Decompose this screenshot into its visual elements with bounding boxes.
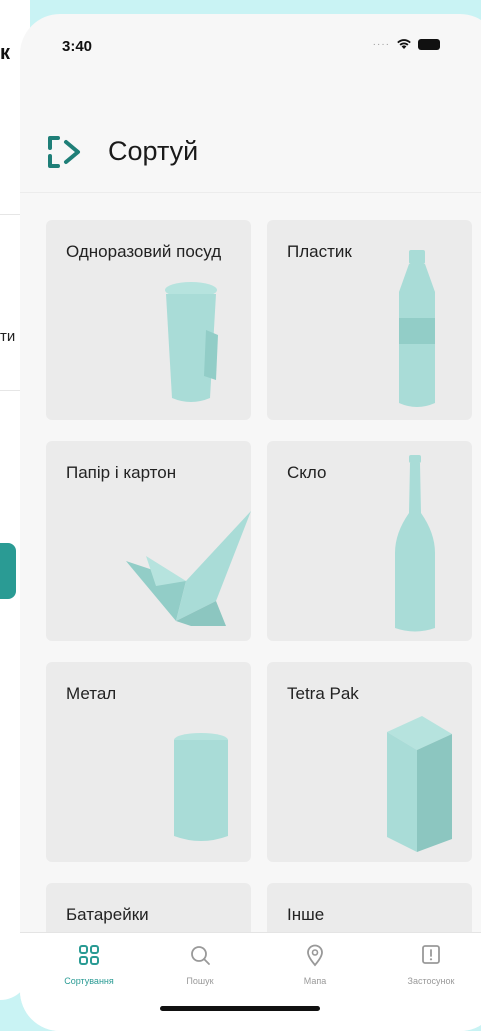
info-icon — [422, 945, 440, 964]
adjacent-screen-title: к — [0, 42, 11, 64]
recycle-arrows-icon — [48, 136, 80, 168]
wifi-icon — [397, 39, 411, 49]
category-card-paper[interactable]: Папір і картон — [46, 441, 251, 641]
glass-bottle-icon — [395, 455, 435, 632]
tetra-pak-carton-icon — [387, 716, 452, 852]
category-card-metal[interactable]: Метал — [46, 662, 251, 862]
tab-app[interactable]: Застосунок — [376, 943, 481, 989]
tab-search[interactable]: Пошук — [145, 943, 255, 989]
status-bar: 3:40 ···· — [20, 14, 481, 74]
status-time: 3:40 — [62, 38, 93, 55]
metal-can-icon — [174, 733, 228, 841]
grid-icon — [79, 945, 99, 965]
signal-icon: ···· — [372, 38, 390, 50]
status-icons: ···· — [373, 38, 440, 50]
adjacent-screen-text: ти — [0, 328, 16, 345]
category-card-disposable[interactable]: Одноразовий посуд — [46, 220, 251, 420]
tab-bar: Сортування Пошук Мапа Застосунок — [20, 932, 481, 1031]
disposable-cup-icon — [165, 282, 218, 402]
category-card-tetra-pak[interactable]: Tetra Pak — [267, 662, 472, 862]
category-label: Батарейки — [66, 905, 149, 924]
tab-label: Пошук — [186, 976, 214, 986]
app-header: Сортуй — [20, 114, 481, 193]
phone-screen: 3:40 ···· Сортуй Одноразовий посуд Пласт… — [20, 14, 481, 1031]
map-pin-icon — [307, 944, 323, 967]
tab-label: Сортування — [64, 976, 114, 986]
tab-map[interactable]: Мапа — [260, 943, 370, 989]
category-label: Інше — [287, 905, 325, 924]
home-indicator — [160, 1006, 320, 1011]
category-card-glass[interactable]: Скло — [267, 441, 472, 641]
category-label: Метал — [66, 684, 117, 703]
tab-sorting[interactable]: Сортування — [34, 943, 144, 989]
tab-label: Мапа — [303, 976, 327, 986]
category-card-plastic[interactable]: Пластик — [267, 220, 472, 420]
app-title: Сортуй — [108, 136, 199, 166]
category-label: Папір і картон — [66, 463, 177, 482]
paper-crane-icon — [126, 511, 251, 626]
category-label: Tetra Pak — [287, 684, 359, 703]
adjacent-screen-button — [0, 543, 16, 599]
tab-label: Застосунок — [407, 976, 455, 986]
category-label: Одноразовий посуд — [66, 242, 222, 261]
search-icon — [191, 946, 210, 965]
plastic-bottle-icon — [399, 250, 435, 407]
battery-status-icon — [418, 38, 440, 50]
